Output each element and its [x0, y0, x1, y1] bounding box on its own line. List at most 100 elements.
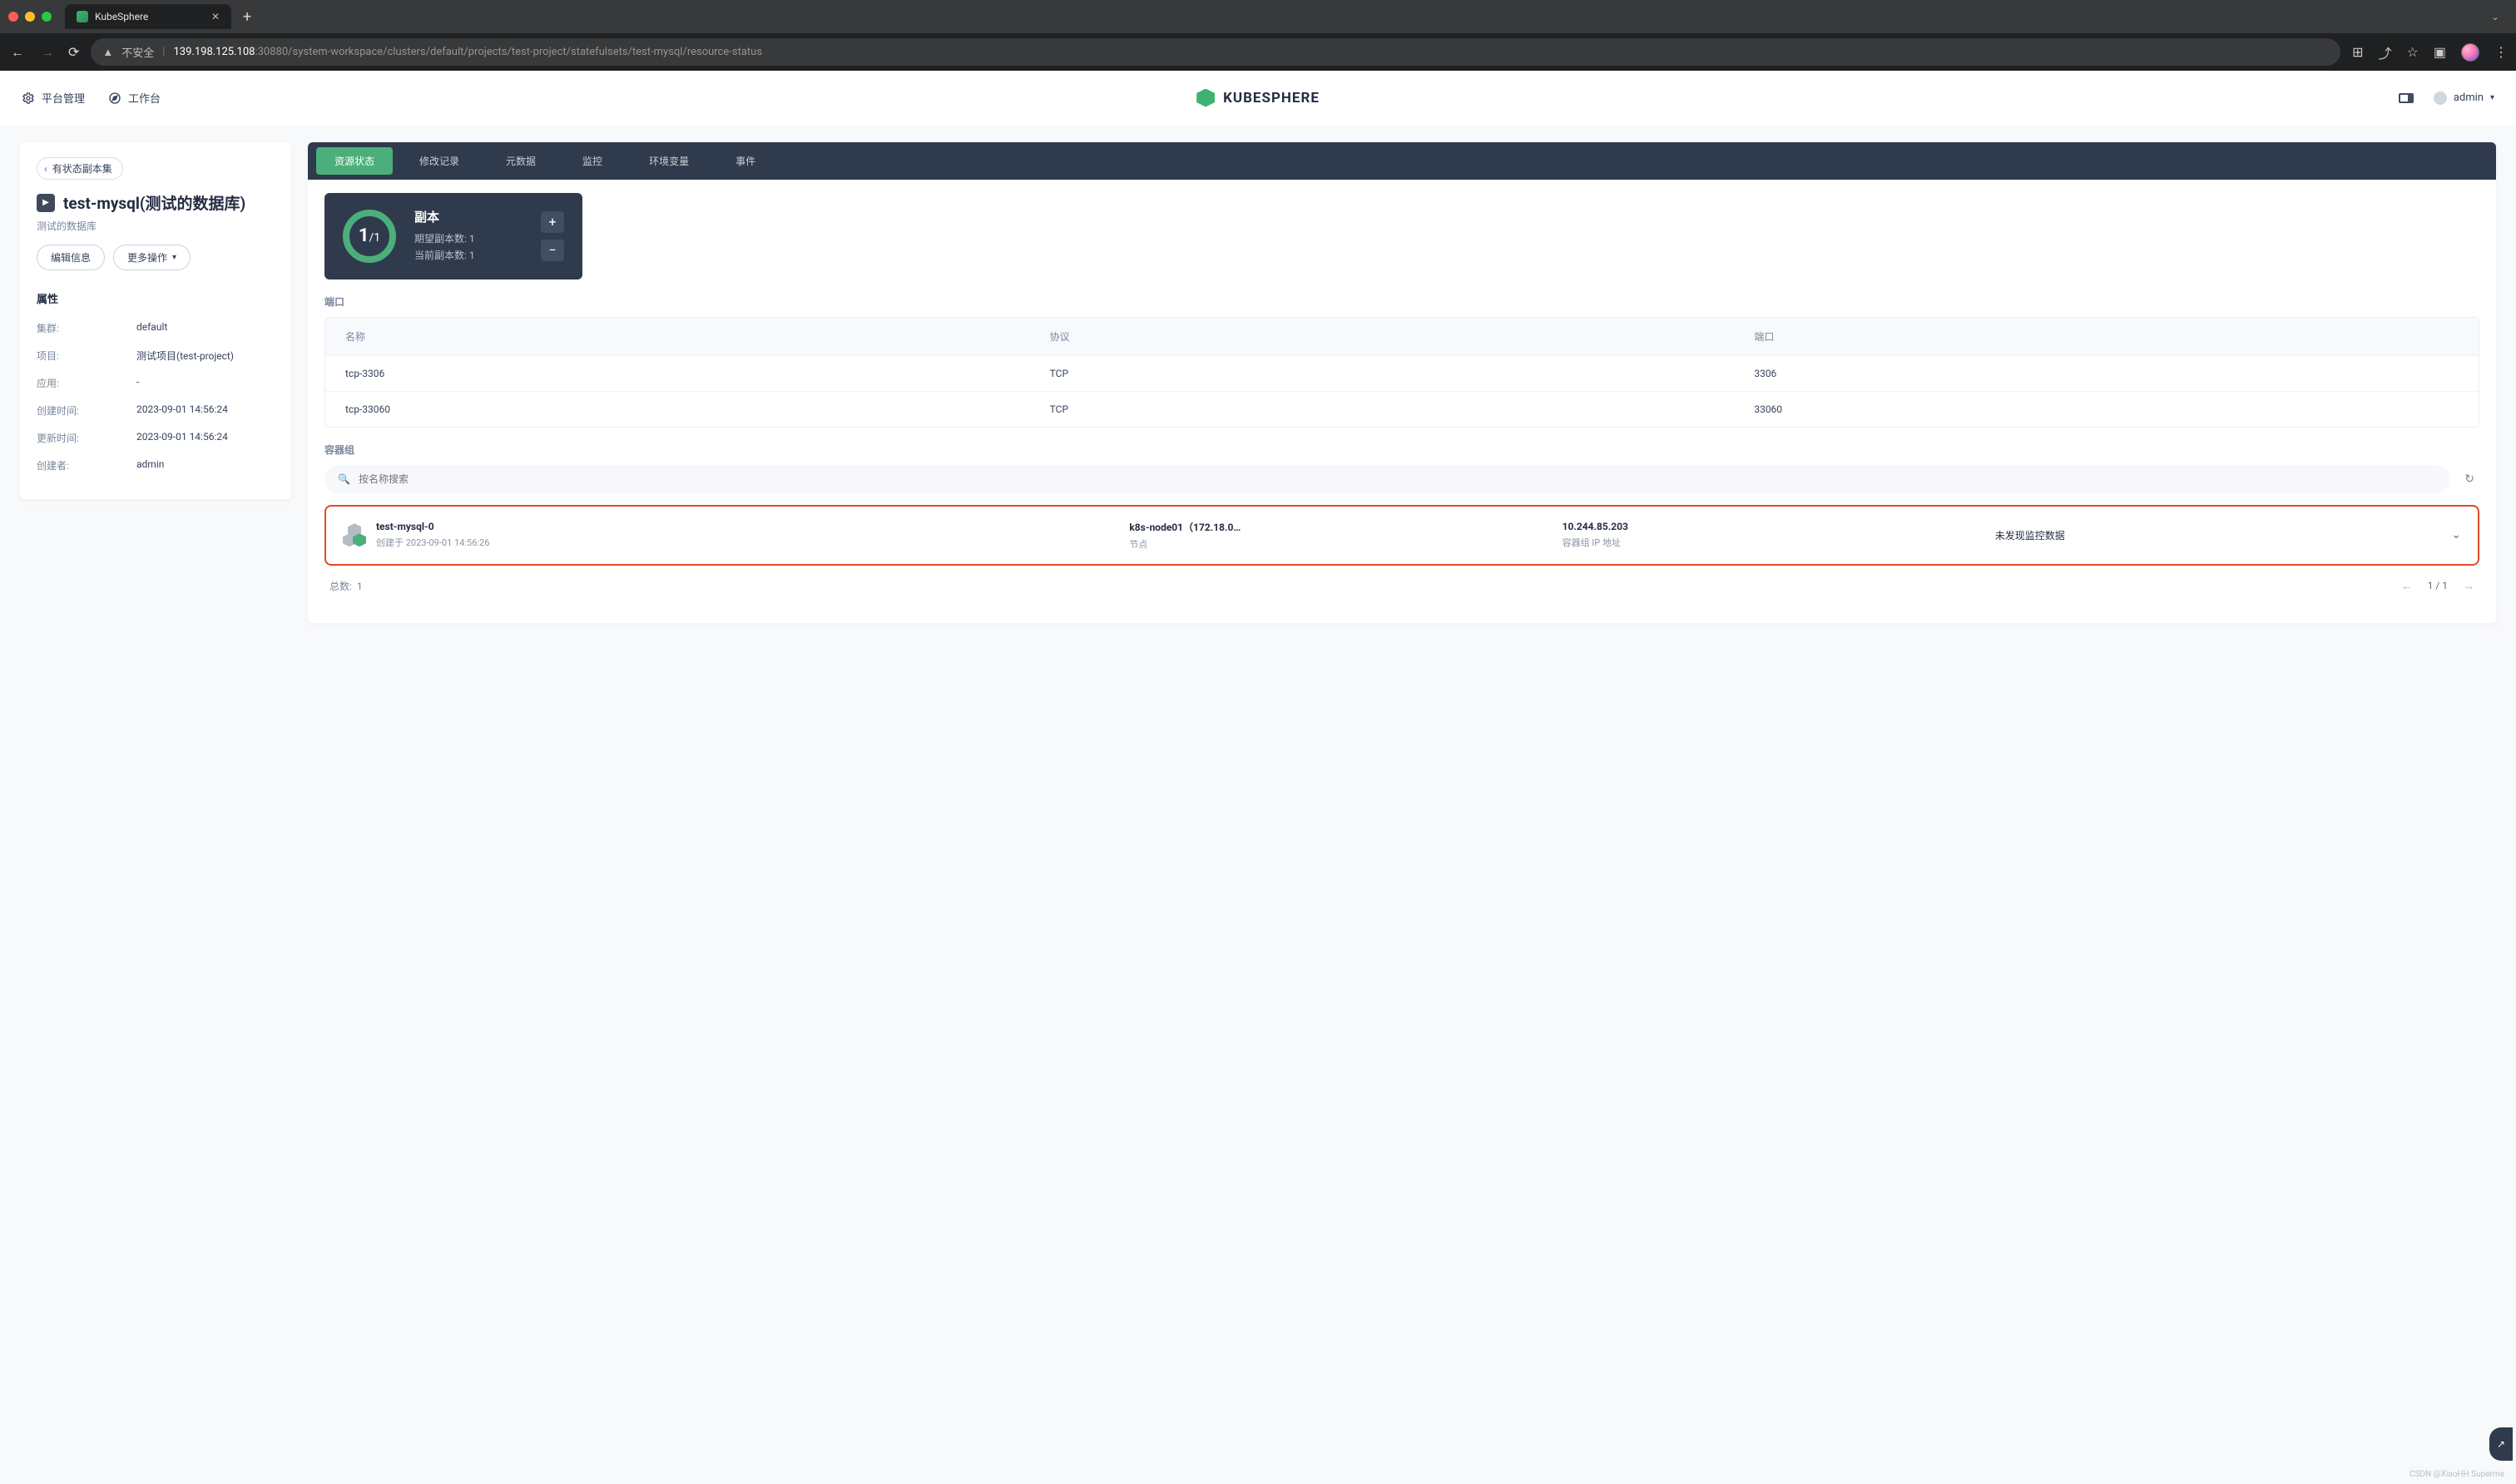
attr-row: 集群:default [37, 314, 275, 342]
header-left: 平台管理 工作台 [22, 90, 161, 106]
platform-menu[interactable]: 平台管理 [22, 90, 85, 106]
search-input[interactable] [359, 473, 2436, 485]
tab-monitoring[interactable]: 监控 [559, 142, 626, 180]
attr-key: 项目: [37, 349, 136, 363]
attr-row: 更新时间:2023-09-01 14:56:24 [37, 424, 275, 452]
attr-val: - [136, 376, 139, 390]
current-label: 当前副本数: [414, 250, 467, 261]
col-proto: 协议 [1050, 329, 1755, 344]
attr-key: 创建者: [37, 458, 136, 472]
replica-ring: 1/1 [343, 210, 396, 263]
url-separator: | [162, 46, 165, 58]
share-icon[interactable]: ⤴ [2379, 42, 2392, 62]
tab-title: KubeSphere [95, 11, 205, 22]
port-proto: TCP [1050, 403, 1755, 415]
ports-section-title: 端口 [324, 294, 2479, 309]
pod-monitor: 未发现监控数据 [1995, 528, 2419, 542]
user-name: admin [2454, 92, 2484, 104]
total-value: 1 [357, 581, 363, 592]
attr-row: 创建者:admin [37, 452, 275, 479]
tab-events[interactable]: 事件 [712, 142, 779, 180]
more-button[interactable]: 更多操作▾ [113, 245, 191, 270]
tab-resource-status[interactable]: 资源状态 [316, 147, 393, 175]
url-bar[interactable]: ▲ 不安全 | 139.198.125.108:30880/system-wor… [91, 38, 2340, 66]
forward-button[interactable]: → [38, 44, 57, 61]
port-name: tcp-33060 [345, 403, 1050, 415]
tab-revisions[interactable]: 修改记录 [396, 142, 483, 180]
toolbox-icon[interactable] [2399, 93, 2414, 103]
compass-icon [108, 92, 121, 105]
back-button[interactable]: ← [8, 44, 27, 61]
replica-steppers: + − [541, 211, 564, 261]
close-window-button[interactable] [8, 12, 18, 22]
pod-node-cell: k8s-node01（172.18.0… 节点 [1129, 520, 1553, 551]
browser-menu-icon[interactable]: ⋮ [2494, 44, 2508, 60]
browser-tab[interactable]: KubeSphere ✕ [65, 4, 231, 29]
tab-close-icon[interactable]: ✕ [211, 11, 220, 22]
port-number: 3306 [1754, 368, 2459, 379]
attr-key: 应用: [37, 376, 136, 390]
detail-title: test-mysql(测试的数据库) [63, 191, 245, 214]
detail-sidebar: ‹ 有状态副本集 test-mysql(测试的数据库) 测试的数据库 编辑信息 … [20, 142, 291, 499]
app-header: 平台管理 工作台 KUBESPHERE admin ▾ [0, 71, 2516, 126]
replica-info: 副本 期望副本数: 1 当前副本数: 1 [414, 208, 475, 265]
brand-text: KUBESPHERE [1223, 90, 1320, 106]
panel-icon[interactable]: ▣ [2434, 44, 2446, 60]
port-name: tcp-3306 [345, 368, 1050, 379]
attr-row: 项目:测试项目(test-project) [37, 342, 275, 369]
desired-label: 期望副本数: [414, 233, 467, 245]
refresh-button[interactable]: ↻ [2459, 467, 2479, 491]
watermark: CSDN @XiaoHH Superme [2410, 1470, 2504, 1479]
search-input-wrap[interactable]: 🔍 [324, 465, 2449, 493]
profile-avatar[interactable] [2461, 43, 2479, 62]
user-avatar-icon [2434, 92, 2447, 105]
port-proto: TCP [1050, 368, 1755, 379]
scroll-top-button[interactable]: ↗ [2489, 1427, 2513, 1461]
url-text: 139.198.125.108:30880/system-workspace/c… [173, 46, 762, 58]
maximize-window-button[interactable] [42, 12, 52, 22]
new-tab-button[interactable]: + [243, 8, 251, 26]
reload-button[interactable]: ⟳ [68, 44, 79, 60]
minimize-window-button[interactable] [25, 12, 35, 22]
next-page-button[interactable]: → [2463, 579, 2474, 593]
tab-strip: KubeSphere ✕ + ⌄ [0, 0, 2516, 33]
tabs-dropdown-icon[interactable]: ⌄ [2491, 11, 2499, 22]
prev-page-button[interactable]: ← [2401, 579, 2413, 593]
pod-card[interactable]: test-mysql-0 创建于 2023-09-01 14:56:26 k8s… [324, 505, 2479, 566]
chevron-left-icon: ‹ [44, 163, 47, 175]
url-host: 139.198.125.108 [173, 46, 255, 58]
replica-increase-button[interactable]: + [541, 211, 564, 233]
replica-decrease-button[interactable]: − [541, 240, 564, 261]
attributes-title: 属性 [37, 290, 275, 306]
chevron-down-icon: ▾ [2490, 93, 2494, 102]
translate-icon[interactable]: ⊞ [2352, 44, 2363, 60]
pod-name-cell: test-mysql-0 创建于 2023-09-01 14:56:26 [343, 521, 1121, 549]
browser-chrome: KubeSphere ✕ + ⌄ ← → ⟳ ▲ 不安全 | 139.198.1… [0, 0, 2516, 71]
tab-bar: 资源状态 修改记录 元数据 监控 环境变量 事件 [308, 142, 2496, 180]
expand-pod-button[interactable]: ⌄ [2428, 528, 2461, 542]
workspace: ‹ 有状态副本集 test-mysql(测试的数据库) 测试的数据库 编辑信息 … [0, 126, 2516, 640]
detail-subtitle: 测试的数据库 [37, 219, 275, 233]
workbench-menu[interactable]: 工作台 [108, 90, 161, 106]
ratio-total: 1 [374, 231, 380, 245]
current-val: 1 [469, 250, 475, 261]
ports-header: 名称 协议 端口 [325, 318, 2479, 355]
edit-button[interactable]: 编辑信息 [37, 245, 105, 270]
col-port: 端口 [1754, 329, 2459, 344]
statefulset-icon [37, 194, 55, 212]
browser-actions: ⊞ ⤴ ☆ ▣ ⋮ [2352, 42, 2508, 62]
pods-section-title: 容器组 [324, 443, 2479, 457]
pod-created: 创建于 2023-09-01 14:56:26 [376, 536, 489, 549]
brand[interactable]: KUBESPHERE [1196, 89, 1320, 107]
tab-metadata[interactable]: 元数据 [483, 142, 559, 180]
bookmark-icon[interactable]: ☆ [2407, 44, 2419, 60]
breadcrumb-back[interactable]: ‹ 有状态副本集 [37, 157, 123, 180]
pod-ip: 10.244.85.203 [1563, 521, 1987, 532]
pod-icon [343, 523, 366, 547]
tab-env[interactable]: 环境变量 [626, 142, 712, 180]
attr-key: 更新时间: [37, 431, 136, 445]
pod-ip-cell: 10.244.85.203 容器组 IP 地址 [1563, 521, 1987, 549]
pod-node: k8s-node01（172.18.0… [1129, 520, 1553, 534]
user-menu[interactable]: admin ▾ [2434, 92, 2494, 105]
port-row: tcp-3306 TCP 3306 [325, 355, 2479, 391]
